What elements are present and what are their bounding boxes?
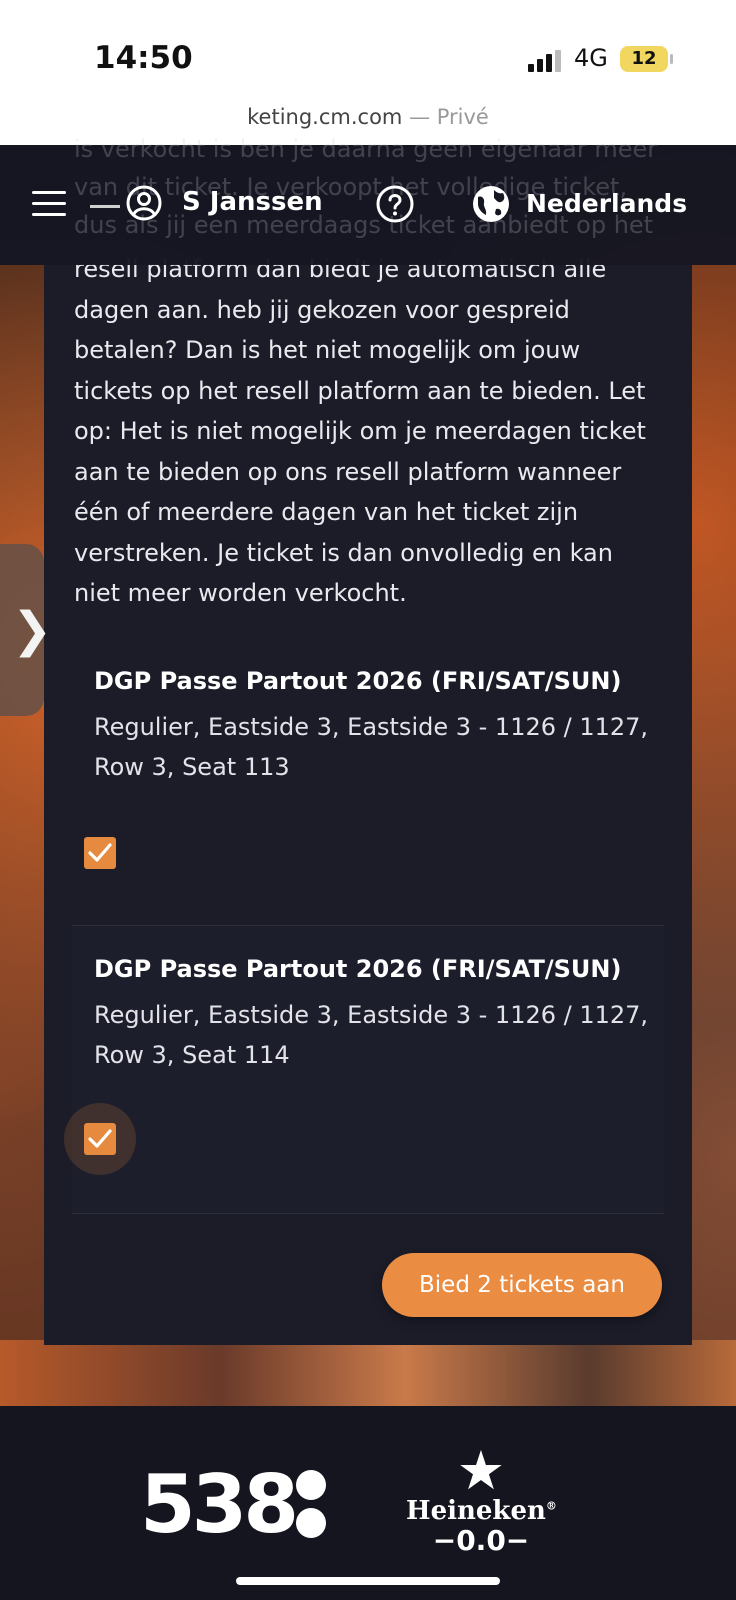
language-selector[interactable]: Nederlands xyxy=(526,189,687,218)
chevron-right-icon: ❯ xyxy=(12,602,53,658)
resell-info-text: resell platform dan biedt je automatisch… xyxy=(74,255,646,607)
ticket-title: DGP Passe Partout 2026 (FRI/SAT/SUN) xyxy=(94,955,622,983)
offer-tickets-button[interactable]: Bied 2 tickets aan xyxy=(382,1253,662,1317)
user-name[interactable]: S Janssen xyxy=(182,187,323,217)
divider xyxy=(72,925,664,926)
battery-cap xyxy=(670,54,673,64)
user-icon[interactable] xyxy=(126,185,162,221)
network-label: 4G xyxy=(574,44,608,72)
private-label: — Privé xyxy=(409,105,489,129)
scrolled-text-ghost: is verkocht is ben je daarna geen eigena… xyxy=(74,135,658,239)
ticket-description: Regulier, Eastside 3, Eastside 3 - 1126 … xyxy=(94,713,649,781)
ticket-checkbox[interactable] xyxy=(84,1123,116,1155)
ticket-title: DGP Passe Partout 2026 (FRI/SAT/SUN) xyxy=(94,667,622,695)
signal-icon xyxy=(528,50,562,72)
ticket-checkbox[interactable] xyxy=(84,837,116,869)
help-icon[interactable] xyxy=(376,185,414,223)
background-crowd xyxy=(0,1340,736,1410)
divider xyxy=(72,1213,664,1214)
globe-icon[interactable] xyxy=(472,185,510,223)
sponsor-footer: 538 ★ Heineken® −0.0− xyxy=(0,1406,736,1600)
check-icon xyxy=(88,1129,112,1148)
check-icon xyxy=(88,843,112,862)
status-bar: 14:50 4G 12 keting.cm.com — Privé xyxy=(0,0,736,145)
heineken-logo: ★ Heineken® −0.0− xyxy=(406,1439,557,1574)
radio538-logo-dots xyxy=(296,1466,326,1546)
radio538-logo: 538 xyxy=(140,1458,299,1551)
ticket-description: Regulier, Eastside 3, Eastside 3 - 1126 … xyxy=(94,1001,649,1069)
home-indicator[interactable] xyxy=(236,1577,500,1585)
heineken-wordmark: Heineken xyxy=(406,1496,546,1526)
heineken-zero: −0.0− xyxy=(432,1524,530,1557)
browser-url[interactable]: keting.cm.com — Privé xyxy=(0,105,736,129)
divider-mark xyxy=(90,205,120,208)
side-drawer-handle[interactable]: ❯ xyxy=(0,544,52,716)
url-text: keting.cm.com xyxy=(247,105,403,129)
battery-icon: 12 xyxy=(620,46,668,72)
registered-mark: ® xyxy=(545,1499,557,1513)
menu-icon[interactable] xyxy=(32,191,66,217)
top-nav: is verkocht is ben je daarna geen eigena… xyxy=(0,135,736,265)
resell-card: resell platform dan biedt je automatisch… xyxy=(44,255,692,1345)
status-time: 14:50 xyxy=(94,40,193,76)
star-icon: ★ xyxy=(456,1439,506,1502)
